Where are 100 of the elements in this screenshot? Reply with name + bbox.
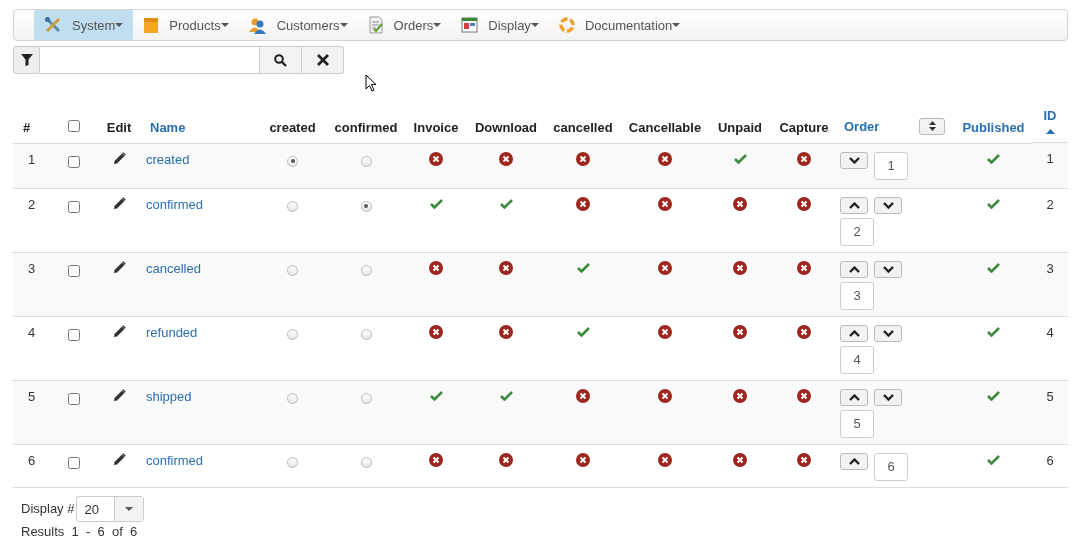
status-link[interactable]: created: [146, 151, 190, 167]
chevron-up-icon: [848, 201, 860, 209]
clear-button[interactable]: [302, 46, 344, 74]
table-cell: 5: [27, 388, 36, 404]
order-field[interactable]: 6: [874, 452, 908, 481]
cross-icon: [658, 388, 672, 403]
edit-icon[interactable]: [112, 324, 126, 338]
check-icon: [499, 197, 513, 209]
people-icon: [248, 16, 267, 34]
column-header: created: [269, 119, 316, 135]
move-up-button[interactable]: [840, 196, 868, 214]
cross-icon: [499, 151, 513, 166]
menu-item[interactable]: Customers: [238, 10, 358, 40]
row-checkbox[interactable]: [68, 200, 80, 213]
search-icon: [274, 53, 287, 67]
menu-item[interactable]: Documentation: [548, 10, 691, 40]
move-down-button[interactable]: [874, 196, 902, 214]
chevron-down-icon: [882, 329, 894, 337]
window-icon: [461, 17, 479, 33]
order-field[interactable]: 3: [840, 281, 874, 310]
move-down-button[interactable]: [874, 388, 902, 406]
cross-icon: [733, 196, 747, 211]
row-checkbox[interactable]: [68, 328, 80, 341]
chevron-up-icon: [848, 265, 860, 273]
order-field[interactable]: 1: [874, 151, 908, 180]
table-cell: 4: [1046, 324, 1054, 340]
radio-button[interactable]: [360, 200, 372, 212]
order-field[interactable]: 4: [840, 345, 874, 374]
cross-icon: [797, 151, 811, 166]
edit-icon[interactable]: [112, 452, 126, 466]
radio-button[interactable]: [360, 328, 372, 340]
radio-button[interactable]: [287, 155, 298, 167]
cross-icon: [797, 452, 811, 467]
column-header: cancelled: [553, 119, 613, 135]
check-icon: [733, 152, 747, 164]
menu-item[interactable]: System: [34, 10, 134, 40]
radio-button[interactable]: [360, 155, 372, 167]
radio-button[interactable]: [360, 392, 372, 404]
status-link[interactable]: confirmed: [146, 452, 204, 468]
chevron-down-icon: [882, 201, 894, 209]
chevron-down-icon: [882, 393, 894, 401]
move-up-button[interactable]: [840, 452, 868, 470]
status-link[interactable]: refunded: [146, 324, 198, 340]
move-down-button[interactable]: [840, 151, 868, 169]
menu-item[interactable]: Display: [451, 10, 549, 40]
sort-link[interactable]: Published: [962, 119, 1025, 135]
table-cell: 6: [27, 452, 36, 468]
table-cell: 1: [1046, 151, 1054, 166]
document-icon: [367, 16, 384, 34]
row-checkbox[interactable]: [68, 155, 80, 168]
caret-icon: [339, 23, 348, 27]
table-cell: 4: [27, 324, 36, 340]
chevron-up-icon: [848, 329, 860, 337]
status-link[interactable]: cancelled: [146, 260, 201, 276]
sort-link[interactable]: Name: [150, 119, 186, 135]
close-icon: [316, 54, 329, 66]
box-icon: [143, 16, 160, 34]
move-up-button[interactable]: [840, 388, 868, 406]
status-link[interactable]: shipped: [146, 388, 192, 404]
menu-item[interactable]: Orders: [357, 10, 452, 40]
check-icon: [576, 261, 590, 273]
radio-button[interactable]: [360, 264, 372, 276]
move-up-button[interactable]: [840, 324, 868, 342]
radio-button[interactable]: [287, 392, 298, 404]
cross-icon: [499, 324, 513, 339]
column-header: Capture: [779, 119, 829, 135]
sort-icon: [928, 121, 936, 131]
radio-button[interactable]: [360, 456, 372, 468]
chevron-up-icon: [848, 457, 860, 465]
radio-button[interactable]: [287, 264, 298, 276]
status-link[interactable]: confirmed: [146, 196, 204, 212]
cross-icon: [429, 324, 443, 339]
page-size-select[interactable]: 20: [76, 495, 145, 522]
order-field[interactable]: 5: [840, 409, 874, 438]
radio-button[interactable]: [287, 200, 298, 212]
cross-icon: [429, 452, 443, 467]
sort-ascending-icon: [1045, 129, 1055, 134]
edit-icon[interactable]: [112, 151, 126, 165]
radio-button[interactable]: [287, 328, 298, 340]
move-down-button[interactable]: [874, 260, 902, 278]
move-up-button[interactable]: [840, 260, 868, 278]
order-field[interactable]: 2: [840, 217, 874, 246]
save-order-button[interactable]: [919, 117, 945, 135]
select-all-checkbox[interactable]: [68, 119, 80, 132]
sort-link[interactable]: Order: [844, 118, 880, 134]
check-icon: [576, 325, 590, 337]
sort-link[interactable]: ID: [1043, 108, 1057, 123]
published-check-icon: [987, 453, 1000, 465]
search-field[interactable]: [40, 46, 260, 74]
radio-button[interactable]: [287, 456, 298, 468]
edit-icon[interactable]: [112, 388, 126, 402]
menu-item[interactable]: Products: [133, 10, 239, 40]
row-checkbox[interactable]: [68, 456, 80, 469]
move-down-button[interactable]: [874, 324, 902, 342]
cross-icon: [429, 151, 443, 166]
edit-icon[interactable]: [112, 260, 126, 274]
search-button[interactable]: [260, 46, 302, 74]
edit-icon[interactable]: [112, 196, 126, 210]
row-checkbox[interactable]: [68, 264, 80, 277]
row-checkbox[interactable]: [68, 392, 80, 405]
